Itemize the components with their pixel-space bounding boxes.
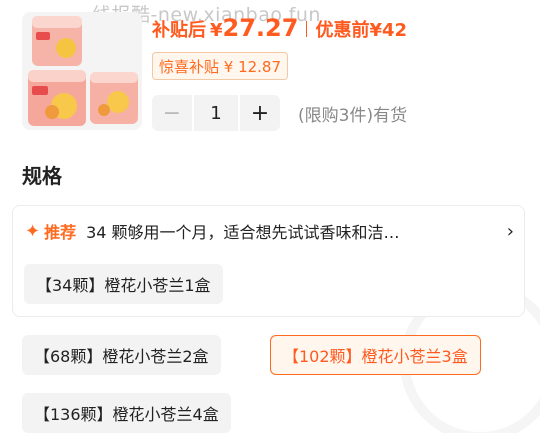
sparkle-icon: ✦	[25, 220, 41, 242]
surprise-subsidy-badge: 惊喜补贴 ¥ 12.87	[152, 52, 289, 80]
detergent-box-icon	[28, 16, 138, 126]
recommend-tag: 推荐	[44, 223, 77, 242]
increase-quantity-button[interactable]: +	[240, 95, 280, 131]
subsidy-price-label: 补贴后	[152, 20, 206, 41]
spec-option-102[interactable]: 【102颗】橙花小苍兰3盒	[270, 335, 481, 375]
quantity-stepper: − 1 +	[152, 95, 280, 131]
recommend-header[interactable]: ✦ 推荐 34 颗够用一个月，适合想先试试香味和洁… ›	[25, 218, 514, 244]
spec-option-34[interactable]: 【34颗】橙花小苍兰1盒	[24, 264, 223, 304]
decrease-quantity-button[interactable]: −	[152, 95, 192, 131]
spec-option-68[interactable]: 【68颗】橙花小苍兰2盒	[22, 335, 221, 375]
recommend-card: ✦ 推荐 34 颗够用一个月，适合想先试试香味和洁… › 【34颗】橙花小苍兰1…	[12, 205, 525, 317]
spec-option-136[interactable]: 【136颗】橙花小苍兰4盒	[22, 393, 231, 433]
currency-symbol: ¥	[210, 20, 223, 41]
original-price-label: 优惠前	[315, 20, 370, 41]
product-image[interactable]	[22, 12, 142, 130]
price-row: 补贴后 ¥ 27.27 优惠前 ¥42	[152, 14, 407, 44]
price-divider	[306, 21, 308, 37]
quantity-input[interactable]: 1	[192, 95, 240, 131]
subsidy-price: 27.27	[222, 14, 299, 42]
recommend-text: 34 颗够用一个月，适合想先试试香味和洁…	[86, 223, 400, 242]
original-price: ¥42	[369, 20, 408, 41]
chevron-right-icon: ›	[506, 220, 514, 242]
spec-section-title: 规格	[22, 164, 62, 188]
stock-status: (限购3件)有货	[298, 106, 408, 126]
